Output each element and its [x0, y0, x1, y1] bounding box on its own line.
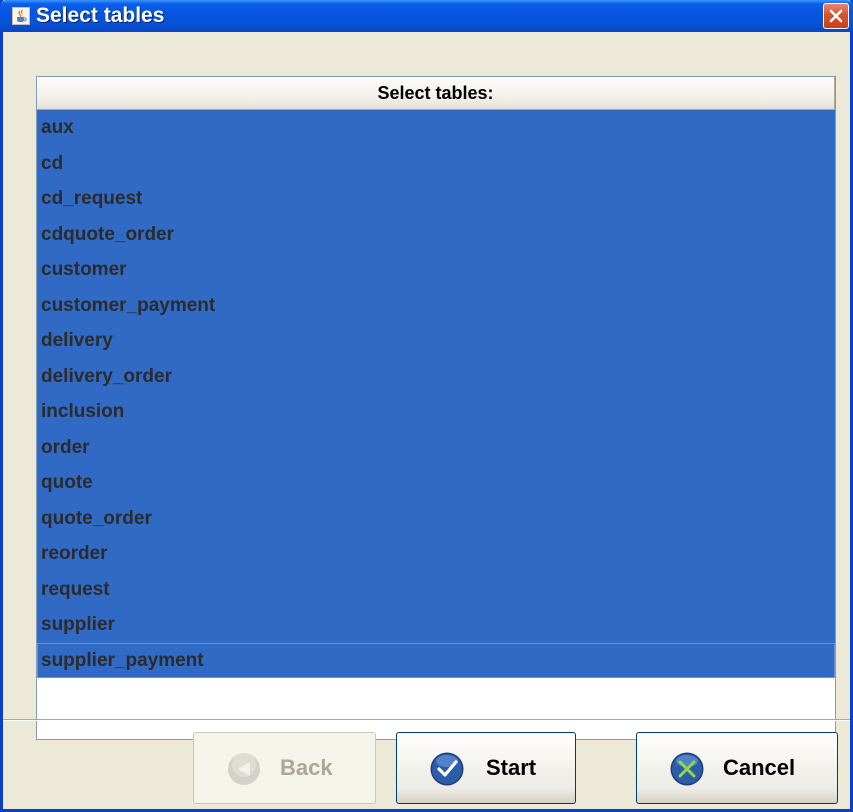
- table-row[interactable]: inclusion: [37, 394, 835, 430]
- table-row[interactable]: customer: [37, 252, 835, 288]
- table-row[interactable]: quote: [37, 465, 835, 501]
- table-row[interactable]: cdquote_order: [37, 216, 835, 252]
- dialog-content: Select tables: aux cd cd_request cdquote…: [3, 32, 850, 809]
- dialog-window: Select tables Select tables: aux cd cd_r…: [0, 0, 853, 812]
- back-button[interactable]: Back: [193, 732, 376, 804]
- checkmark-icon: [430, 752, 464, 786]
- table-row[interactable]: delivery: [37, 323, 835, 359]
- table-row[interactable]: supplier: [37, 607, 835, 643]
- tables-list: aux cd cd_request cdquote_order customer…: [37, 110, 835, 678]
- table-row[interactable]: supplier_payment: [37, 642, 835, 678]
- window-title: Select tables: [36, 4, 165, 27]
- table-row[interactable]: quote_order: [37, 500, 835, 536]
- back-button-label: Back: [280, 755, 333, 780]
- tables-list-panel[interactable]: Select tables: aux cd cd_request cdquote…: [36, 76, 836, 740]
- java-cup-icon: [12, 7, 30, 25]
- back-arrow-icon: [228, 753, 260, 785]
- title-bar[interactable]: Select tables: [0, 0, 853, 32]
- close-button[interactable]: [823, 3, 849, 29]
- table-row[interactable]: reorder: [37, 536, 835, 572]
- table-row[interactable]: aux: [37, 110, 835, 146]
- table-row[interactable]: customer_payment: [37, 287, 835, 323]
- cancel-button[interactable]: Cancel: [636, 732, 838, 804]
- table-row[interactable]: order: [37, 429, 835, 465]
- table-row[interactable]: request: [37, 571, 835, 607]
- start-button-label: Start: [486, 755, 537, 780]
- cancel-button-label: Cancel: [723, 755, 796, 780]
- table-row[interactable]: cd: [37, 145, 835, 181]
- table-row[interactable]: cd_request: [37, 181, 835, 217]
- column-header[interactable]: Select tables:: [37, 77, 835, 110]
- close-icon: [829, 9, 843, 23]
- divider: [3, 719, 850, 721]
- start-button[interactable]: Start: [396, 732, 576, 804]
- x-mark-icon: [670, 752, 704, 786]
- table-row[interactable]: delivery_order: [37, 358, 835, 394]
